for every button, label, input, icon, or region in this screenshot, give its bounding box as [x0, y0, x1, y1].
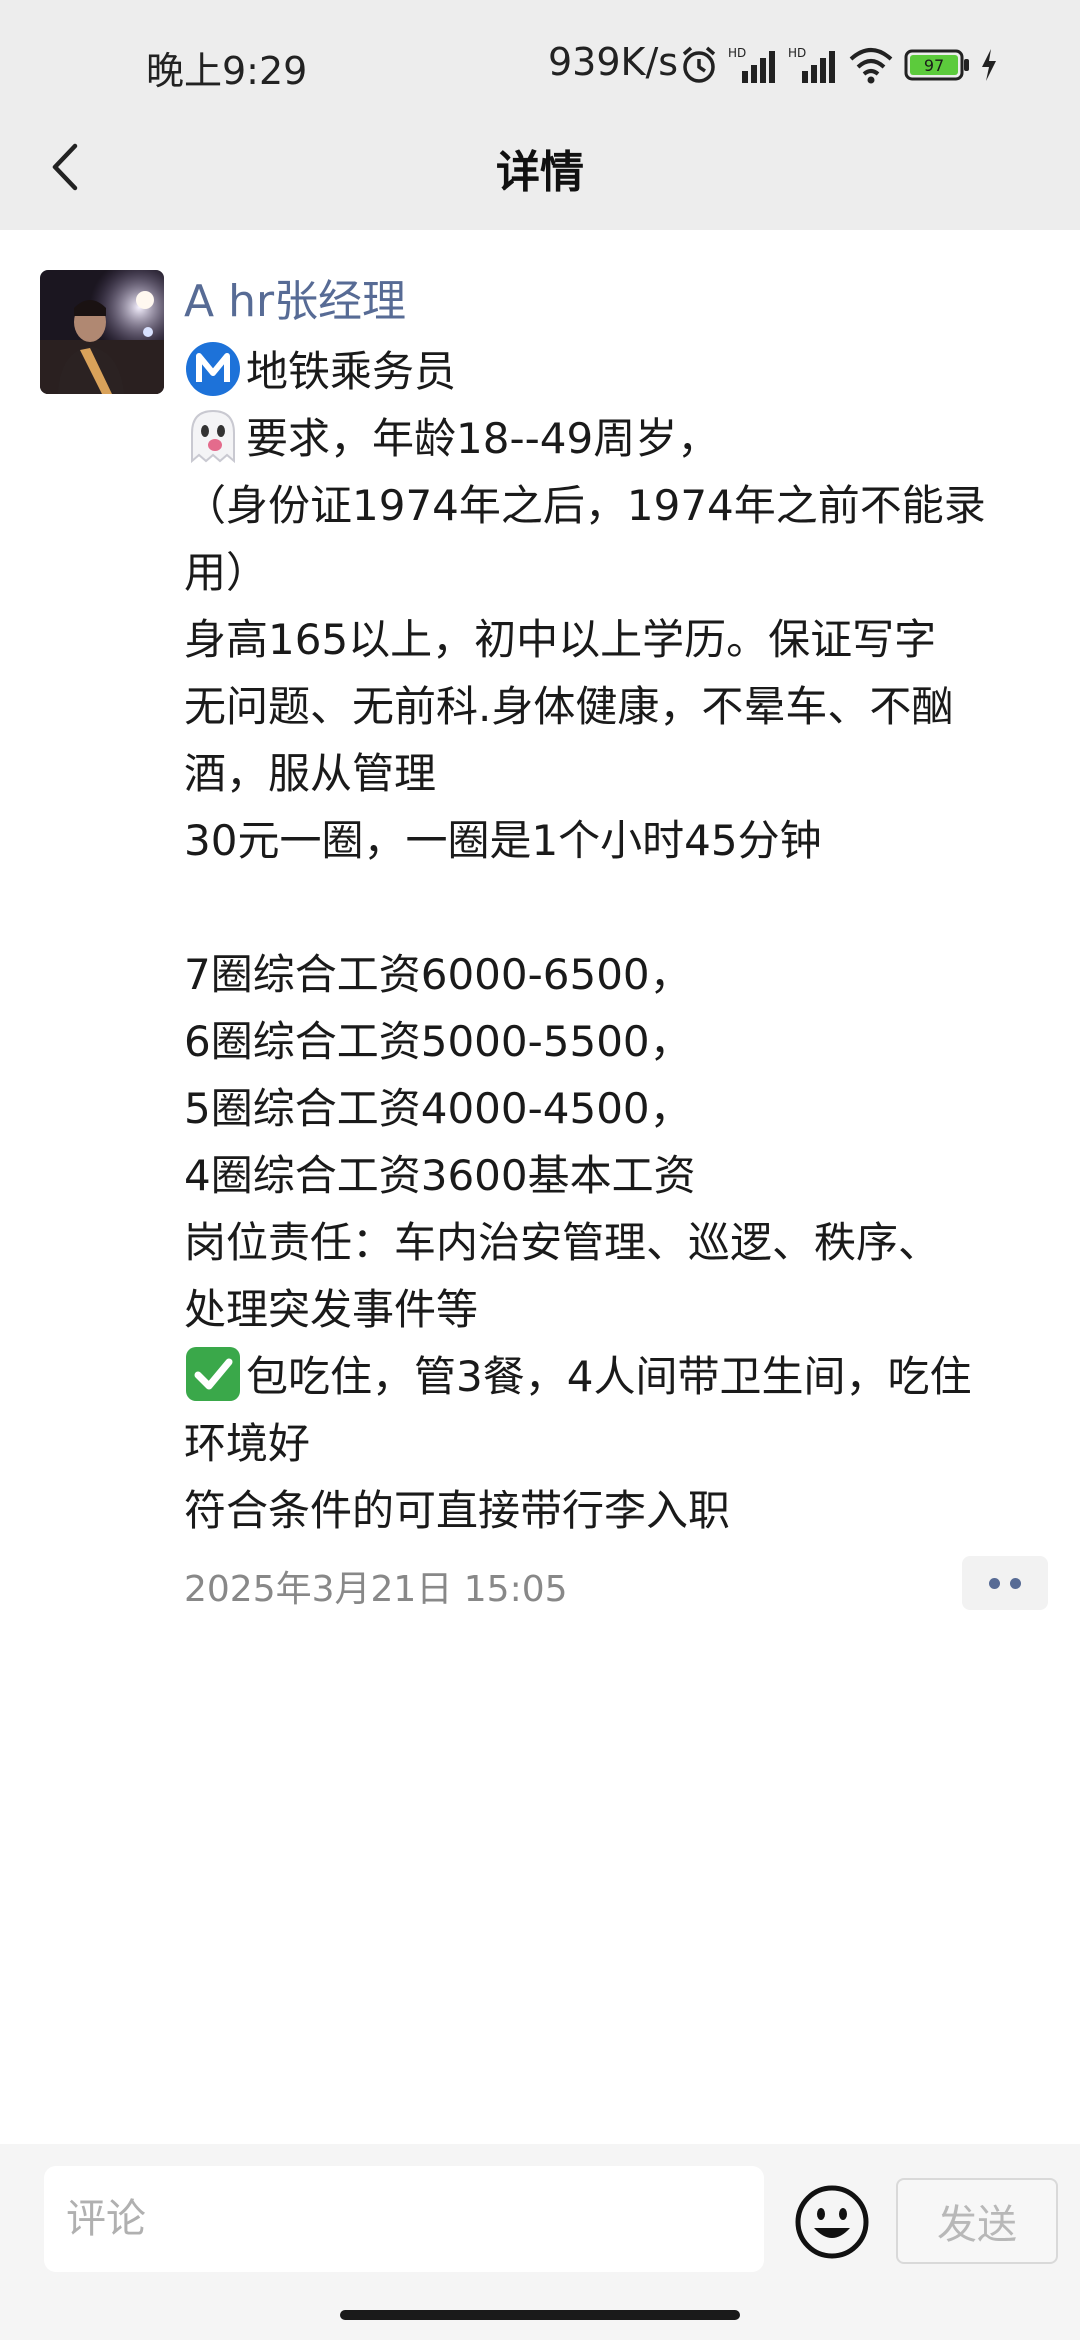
status-icons: HD HD 97 [680, 42, 1008, 88]
content-line: （身份证1974年之后，1974年之前不能录 [184, 481, 986, 530]
hd-signal-icon: HD [788, 46, 835, 83]
post-content: 地铁乘务员 要求，年龄18--49周岁， （身份证1974年之后，1974年之前… [184, 338, 1044, 1544]
status-bar: 晚上9:29 939K/s HD HD 97 [0, 0, 1080, 128]
content-line: 地铁乘务员 [184, 338, 1044, 405]
content-line: 处理突发事件等 [184, 1285, 479, 1334]
content-line: 30元一圈，一圈是1个小时45分钟 [184, 816, 822, 865]
content-line: 7圈综合工资6000-6500， [184, 950, 692, 999]
content-line: 酒，服从管理 [184, 749, 437, 798]
more-dots-icon [1010, 1577, 1021, 1589]
post-timestamp: 2025年3月21日 15:05 [184, 1569, 568, 1610]
top-bar: 晚上9:29 939K/s HD HD 97 详情 [0, 0, 1080, 230]
comment-input[interactable] [44, 2166, 764, 2272]
battery-icon: 97 [904, 49, 969, 81]
smiley-icon[interactable] [794, 2184, 870, 2260]
content-text: 地铁乘务员 [246, 347, 457, 396]
content-line: 符合条件的可直接带行李入职 [184, 1486, 731, 1535]
content-line: 包吃住，管3餐，4人间带卫生间，吃住 [184, 1343, 1044, 1410]
content-line: 岗位责任：车内治安管理、巡逻、秩序、 [184, 1218, 941, 1267]
author-name[interactable]: A hr张经理 [184, 270, 406, 334]
content-line: 用） [184, 548, 269, 597]
content-line: 4圈综合工资3600基本工资 [184, 1151, 696, 1200]
content-line: 5圈综合工资4000-4500， [184, 1084, 692, 1133]
content-line: 环境好 [184, 1419, 311, 1468]
home-indicator[interactable] [340, 2310, 740, 2320]
alarm-icon [682, 46, 716, 83]
content-text: 要求，年龄18--49周岁， [246, 414, 720, 463]
comment-bar: 发送 [0, 2144, 1080, 2340]
avatar[interactable] [40, 270, 164, 394]
content-line: 6圈综合工资5000-5500， [184, 1017, 692, 1066]
status-time: 晚上9:29 [146, 49, 308, 93]
svg-text:HD: HD [788, 46, 806, 60]
check-mark-icon [186, 1347, 240, 1401]
content-line [184, 874, 1044, 941]
metro-m-icon [186, 342, 240, 396]
content-line: 无问题、无前科.身体健康，不晕车、不酗 [184, 682, 954, 731]
page-title: 详情 [496, 147, 584, 198]
ghost-icon [191, 409, 235, 464]
content-line: 要求，年龄18--49周岁， [184, 405, 1044, 472]
send-button[interactable]: 发送 [896, 2178, 1058, 2264]
hd-signal-icon: HD [728, 46, 775, 83]
more-options-button[interactable] [962, 1556, 1048, 1610]
wifi-icon [849, 48, 893, 84]
more-dots-icon [989, 1577, 1000, 1589]
network-speed: 939K/s [548, 40, 679, 84]
charging-icon [982, 49, 996, 81]
content-text: 包吃住，管3餐，4人间带卫生间，吃住 [246, 1352, 972, 1401]
battery-level: 97 [924, 56, 944, 75]
svg-text:HD: HD [728, 46, 746, 60]
content-line: 身高165以上，初中以上学历。保证写字 [184, 615, 937, 664]
